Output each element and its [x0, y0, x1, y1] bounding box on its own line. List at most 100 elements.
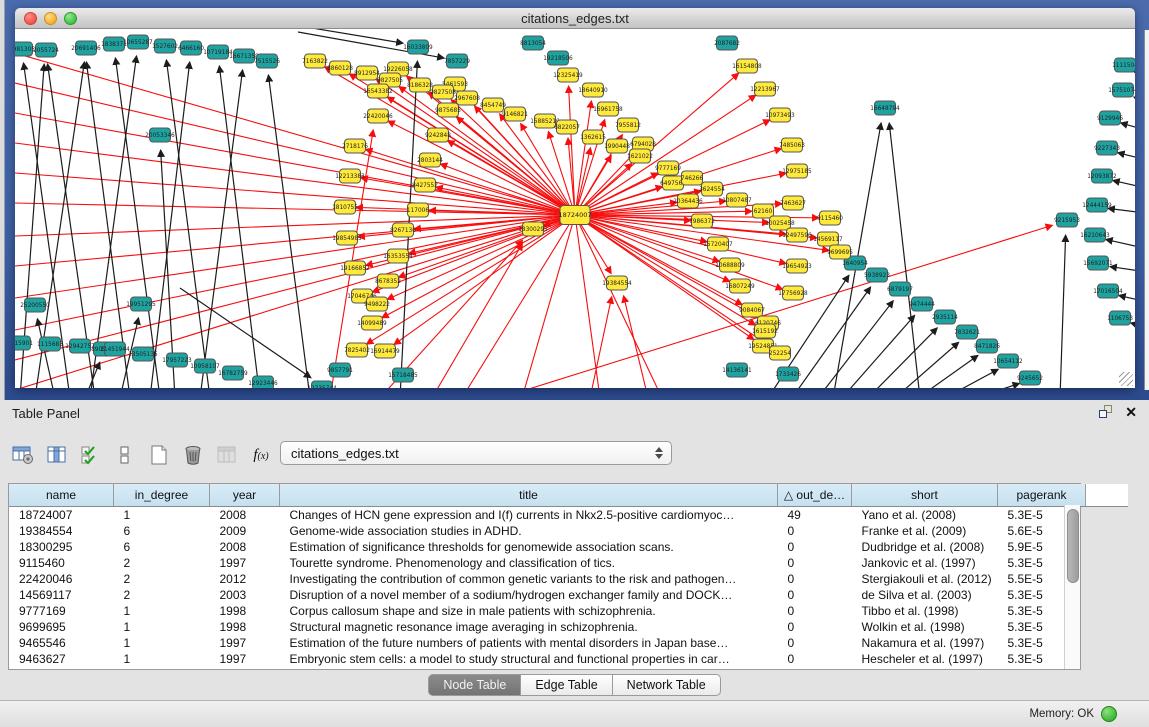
graph-edge[interactable] [975, 383, 1020, 388]
graph-node[interactable]: 16914479 [370, 344, 400, 358]
table-row[interactable]: 1938455462009Genome-wide association stu… [9, 523, 1128, 539]
graph-node[interactable]: 14569117 [813, 232, 843, 246]
graph-node[interactable]: 12975185 [782, 164, 812, 178]
graph-node[interactable]: 16033809 [403, 40, 433, 54]
show-columns-icon[interactable] [42, 440, 72, 470]
graph-node[interactable]: 9827508 [430, 85, 456, 99]
table-row[interactable]: 1456911722003Disruption of a novel membe… [9, 587, 1128, 603]
table-row[interactable]: 2242004622012Investigating the contribut… [9, 571, 1128, 587]
column-header-6[interactable]: pagerank [998, 484, 1086, 507]
graph-node[interactable]: 12942757 [65, 339, 95, 353]
graph-node[interactable]: 16210643 [1080, 228, 1110, 242]
graph-node[interactable]: 1810755 [332, 200, 358, 214]
graph-node[interactable]: 9129946 [1097, 111, 1123, 125]
graph-node[interactable]: 14099489 [357, 316, 387, 330]
graph-node[interactable]: 7857229 [444, 54, 470, 68]
function-builder-icon[interactable]: f(x) [246, 440, 276, 470]
graph-edge[interactable] [15, 53, 575, 215]
graph-edge[interactable] [150, 62, 190, 388]
graph-node[interactable]: 9115460 [817, 211, 843, 225]
graph-node[interactable]: 16782759 [218, 366, 248, 380]
graph-edge[interactable] [918, 355, 978, 388]
tab-network-table[interactable]: Network Table [613, 674, 721, 696]
graph-edge[interactable] [500, 225, 1053, 388]
graph-node[interactable]: 16961758 [593, 102, 623, 116]
graph-edge[interactable] [15, 215, 575, 360]
graph-node[interactable]: 9498222 [364, 297, 390, 311]
graph-node[interactable]: 8860128 [327, 61, 353, 75]
graph-node[interactable]: 7955812 [615, 118, 641, 132]
graph-node[interactable]: 7485063 [779, 138, 805, 152]
graph-edge[interactable] [432, 243, 522, 388]
graph-node[interactable]: 9227343 [1094, 141, 1120, 155]
table-mode-icon[interactable] [8, 440, 38, 470]
graph-node[interactable]: 6466160 [178, 41, 204, 55]
graph-edge[interactable] [1060, 235, 1066, 388]
graph-node[interactable]: 18724007 [558, 206, 591, 225]
tab-node-table[interactable]: Node Table [428, 674, 521, 696]
graph-node[interactable]: 10973493 [765, 108, 795, 122]
graph-node[interactable]: 8471826 [974, 339, 1000, 353]
graph-node[interactable]: 12213383 [335, 169, 365, 183]
graph-node[interactable]: 15720407 [703, 237, 733, 251]
graph-node[interactable]: 7515526 [254, 54, 280, 68]
table-selector-dropdown[interactable]: citations_edges.txt [280, 441, 672, 465]
graph-node[interactable]: 19218506 [543, 51, 573, 65]
graph-node[interactable]: 9245652 [1017, 371, 1043, 385]
graph-node[interactable]: 9875685 [435, 103, 461, 117]
graph-edge[interactable] [1119, 295, 1135, 302]
graph-node[interactable]: 18300295 [518, 222, 548, 236]
table-row[interactable]: 1872400712008Changes of HCN gene express… [9, 507, 1128, 524]
graph-node[interactable]: 117006 [407, 203, 429, 217]
graph-node[interactable]: 17756928 [778, 286, 808, 300]
graph-edge[interactable] [1106, 239, 1135, 248]
column-header-4[interactable]: △ out_de… [778, 484, 852, 507]
graph-node[interactable]: 15692071 [1083, 256, 1113, 270]
column-header-1[interactable]: in_degree [114, 484, 210, 507]
create-column-icon[interactable] [144, 440, 174, 470]
graph-node[interactable]: 10958107 [190, 359, 220, 373]
graph-node[interactable]: 12444159 [1082, 198, 1112, 212]
graph-node[interactable]: 8813054 [520, 36, 546, 50]
graph-edge[interactable] [15, 113, 575, 215]
graph-edge[interactable] [15, 215, 575, 236]
scrollbar-thumb[interactable] [1067, 509, 1079, 583]
graph-node[interactable]: 9777169 [655, 161, 681, 175]
table-row[interactable]: 911546021997Tourette syndrome. Phenomeno… [9, 555, 1128, 571]
graph-node[interactable]: 252254 [769, 346, 791, 360]
graph-node[interactable]: 1527602 [152, 39, 178, 53]
graph-edge[interactable] [1113, 180, 1135, 188]
graph-node[interactable]: 1615192 [752, 324, 778, 338]
graph-node[interactable]: 2967608 [454, 91, 480, 105]
graph-node[interactable]: 1115683 [37, 337, 63, 351]
graph-node[interactable]: 18640910 [578, 83, 608, 97]
graph-node[interactable]: 3915901 [15, 336, 33, 350]
graph-node[interactable]: 3624554 [699, 182, 725, 196]
column-header-2[interactable]: year [210, 484, 280, 507]
graph-node[interactable]: 7986372 [689, 214, 715, 228]
graph-edge[interactable] [1134, 97, 1135, 103]
tab-edge-table[interactable]: Edge Table [521, 674, 612, 696]
network-canvas[interactable]: 1872400759813052055724206914061838371106… [15, 29, 1135, 388]
graph-node[interactable]: 12325419 [553, 68, 583, 82]
graph-edge[interactable] [889, 123, 920, 388]
graph-node[interactable]: 9215953 [1054, 213, 1080, 227]
graph-edge[interactable] [590, 297, 612, 388]
graph-node[interactable]: 9857791 [327, 363, 353, 377]
graph-node[interactable]: 1733426 [775, 367, 801, 381]
graph-node[interactable]: 9242848 [425, 128, 451, 142]
row-height-icon[interactable] [110, 440, 140, 470]
graph-node[interactable]: 2087682 [714, 36, 740, 50]
memory-indicator[interactable] [1101, 706, 1117, 722]
graph-node[interactable]: 9146821 [502, 107, 528, 121]
graph-node[interactable]: 19166852 [340, 261, 370, 275]
graph-node[interactable]: 12093872 [1087, 169, 1117, 183]
graph-node[interactable]: 16543382 [363, 84, 393, 98]
graph-node[interactable]: 9699695 [827, 245, 853, 259]
graph-edge[interactable] [1134, 72, 1135, 78]
graph-node[interactable]: 62160 [753, 204, 774, 218]
graph-node[interactable]: 25200550 [20, 298, 50, 312]
window-resize-grip[interactable] [1119, 372, 1133, 386]
graph-edge[interactable] [15, 215, 575, 266]
network-window-titlebar[interactable]: citations_edges.txt [15, 8, 1135, 29]
